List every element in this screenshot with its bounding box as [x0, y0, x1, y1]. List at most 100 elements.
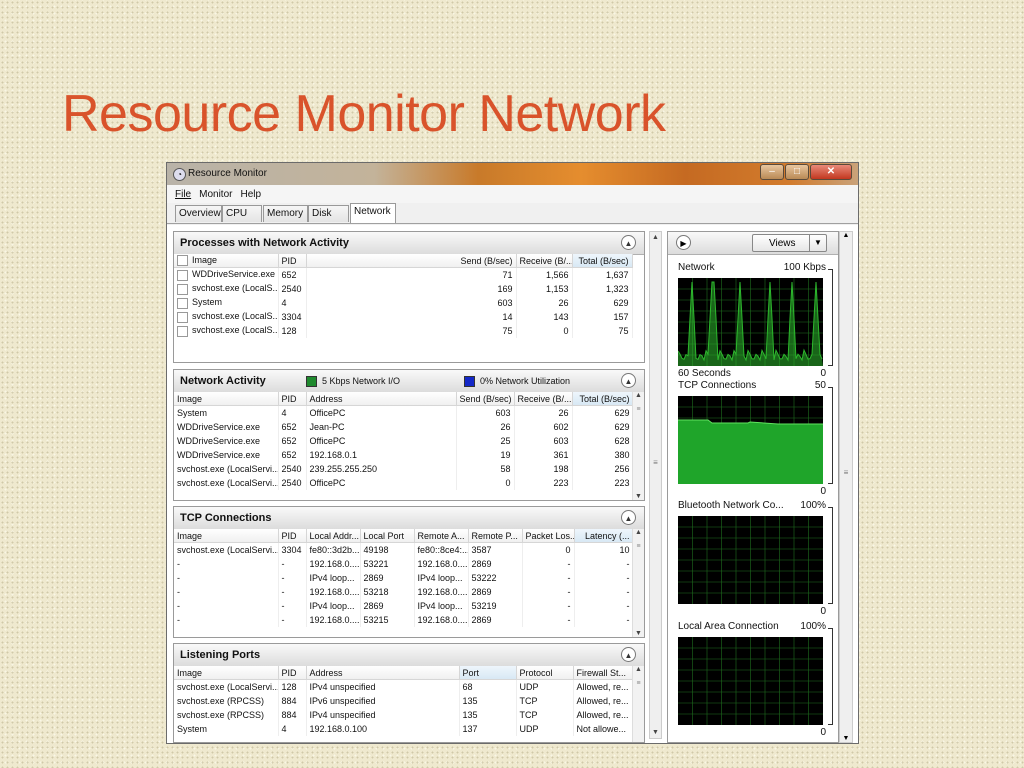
table-row[interactable]: - - IPv4 loop... 2869 IPv4 loop... 53222- - [174, 571, 634, 585]
expand-graphs-icon[interactable]: ▶ [676, 235, 691, 250]
col-header[interactable]: PID [278, 392, 307, 406]
table-cell: Allowed, re... [573, 679, 634, 694]
table-row[interactable]: svchost.exe (RPCSS) 884 IPv4 unspecified 13… [174, 708, 634, 722]
left-pane-scrollbar[interactable]: ▲ ≡ ▼ [649, 231, 662, 739]
scroll-up-icon[interactable]: ▲ [633, 392, 644, 399]
col-header[interactable]: Port [459, 666, 517, 680]
col-header[interactable]: Remote A... [414, 529, 469, 543]
table-cell: 192.168.0.... [414, 557, 469, 571]
scroll-grip-icon[interactable]: ≡ [633, 406, 644, 413]
table-cell: 4 [278, 405, 307, 420]
col-header[interactable]: Image [174, 254, 279, 268]
table-row[interactable]: svchost.exe (LocalS... 128 75 0 75 [174, 324, 633, 338]
col-header[interactable]: Total (B/sec) [572, 254, 633, 268]
maximize-button[interactable]: □ [785, 164, 809, 180]
collapse-icon[interactable]: ▲ [621, 373, 636, 388]
tab-disk[interactable]: Disk [308, 205, 349, 222]
col-header[interactable]: Receive (B/... [516, 254, 573, 268]
col-header[interactable]: Receive (B/... [514, 392, 573, 406]
network-activity-scrollbar[interactable]: ▲ ≡ ▼ [632, 392, 644, 500]
col-header[interactable]: Image [174, 666, 279, 680]
listening-ports-header[interactable]: Listening Ports ▲ [174, 644, 644, 667]
table-row[interactable]: System 4 192.168.0.100 137 UDP Not allowe... [174, 722, 634, 736]
close-button[interactable]: ✕ [810, 164, 852, 180]
scroll-up-icon[interactable]: ▲ [650, 232, 661, 243]
table-row[interactable]: svchost.exe (LocalS... 3304 14 143 157 [174, 310, 633, 324]
row-checkbox[interactable] [177, 297, 188, 309]
tab-cpu[interactable]: CPU [222, 205, 262, 222]
col-header[interactable]: Protocol [516, 666, 574, 680]
col-header[interactable]: Firewall St... [573, 666, 634, 680]
col-header[interactable]: Address [306, 392, 457, 406]
table-row[interactable]: svchost.exe (LocalServi... 2540 OfficePC 0 2… [174, 476, 634, 490]
scroll-down-icon[interactable]: ▼ [650, 727, 661, 738]
listening-ports-scrollbar[interactable]: ▲ ≡ [632, 666, 644, 742]
col-header[interactable]: Local Port [360, 529, 415, 543]
col-header[interactable]: Send (B/sec) [456, 392, 515, 406]
col-header[interactable]: Latency (... [574, 529, 634, 543]
col-header[interactable]: PID [278, 529, 307, 543]
network-activity-header[interactable]: Network Activity 5 Kbps Network I/O 0% N… [174, 370, 644, 393]
table-row[interactable]: System 4 603 26 629 [174, 296, 633, 310]
table-row[interactable]: svchost.exe (LocalServi... 2540 239.255.25… [174, 462, 634, 476]
select-all-checkbox[interactable] [177, 255, 188, 267]
table-row[interactable]: - -192.168.0.... 53221 192.168.0.... 2869- - [174, 557, 634, 571]
table-row[interactable]: WDDriveService.exe 652 Jean-PC 26 602 629 [174, 420, 634, 434]
collapse-icon[interactable]: ▲ [621, 647, 636, 662]
table-row[interactable]: svchost.exe (LocalServi... 3304 fe80::3d2b… [174, 542, 634, 557]
tcp-scrollbar[interactable]: ▲ ≡ ▼ [632, 529, 644, 637]
tcp-header[interactable]: TCP Connections ▲ [174, 507, 644, 530]
table-row[interactable]: WDDriveService.exe 652 OfficePC 25 603 628 [174, 434, 634, 448]
col-header[interactable]: Remote P... [468, 529, 523, 543]
table-row[interactable]: - -192.168.0.... 53218 192.168.0.... 2869- - [174, 585, 634, 599]
table-row[interactable]: svchost.exe (LocalServi... 128 IPv4 unspec… [174, 679, 634, 694]
col-header[interactable]: PID [278, 254, 307, 268]
menu-monitor[interactable]: Monitor [199, 189, 232, 200]
collapse-icon[interactable]: ▲ [621, 510, 636, 525]
scroll-grip-icon[interactable]: ≡ [633, 680, 644, 687]
col-header[interactable]: Image [174, 529, 279, 543]
network-io-line [678, 281, 823, 362]
views-dropdown[interactable]: Views ▼ [752, 234, 827, 252]
tab-overview[interactable]: Overview [175, 205, 222, 222]
scroll-grip-icon[interactable]: ≡ [633, 543, 644, 550]
table-row[interactable]: svchost.exe (LocalS... 2540 169 1,153 1,323 [174, 282, 633, 296]
col-header[interactable]: Packet Los... [522, 529, 575, 543]
table-row[interactable]: - - IPv4 loop... 2869 IPv4 loop... 53219- - [174, 599, 634, 613]
col-header[interactable]: Total (B/sec) [572, 392, 634, 406]
table-row[interactable]: WDDriveService.exe 652 192.168.0.1 19 361 380 [174, 448, 634, 462]
minimize-button[interactable]: – [760, 164, 784, 180]
processes-header[interactable]: Processes with Network Activity ▲ [174, 232, 644, 255]
col-header[interactable]: PID [278, 666, 307, 680]
col-header[interactable]: Image [174, 392, 279, 406]
splitter-grip-icon[interactable]: ≡ [651, 458, 660, 467]
scroll-down-icon[interactable]: ▼ [633, 630, 644, 637]
graphs-scrollbar[interactable]: ▲ ≡ ▼ [839, 231, 853, 743]
scroll-grip-icon[interactable]: ≡ [840, 468, 852, 477]
scroll-down-icon[interactable]: ▼ [840, 735, 852, 742]
title-bar[interactable]: ◔ Resource Monitor – □ ✕ [167, 163, 858, 185]
col-header[interactable]: Local Addr... [306, 529, 361, 543]
tab-network[interactable]: Network [350, 203, 396, 223]
table-row[interactable]: - -192.168.0.... 53215 192.168.0.... 2869- - [174, 613, 634, 627]
menu-file[interactable]: File [175, 189, 191, 200]
tab-memory[interactable]: Memory [263, 205, 308, 222]
menu-help[interactable]: Help [240, 189, 261, 200]
col-header[interactable]: Send (B/sec) [306, 254, 517, 268]
table-row[interactable]: WDDriveService.exe 652 71 1,566 1,637 [174, 267, 633, 282]
collapse-icon[interactable]: ▲ [621, 235, 636, 250]
table-cell: 53218 [360, 585, 415, 599]
scroll-down-icon[interactable]: ▼ [633, 493, 644, 500]
row-checkbox[interactable] [177, 325, 188, 337]
table-row[interactable]: svchost.exe (RPCSS) 884 IPv6 unspecified 13… [174, 694, 634, 708]
chevron-down-icon[interactable]: ▼ [809, 235, 826, 251]
scroll-up-icon[interactable]: ▲ [840, 232, 852, 239]
scroll-up-icon[interactable]: ▲ [633, 529, 644, 536]
row-checkbox[interactable] [177, 269, 188, 281]
col-header[interactable]: Address [306, 666, 460, 680]
row-checkbox[interactable] [177, 283, 188, 295]
table-cell: Not allowe... [573, 722, 634, 736]
row-checkbox[interactable] [177, 311, 188, 323]
scroll-up-icon[interactable]: ▲ [633, 666, 644, 673]
table-row[interactable]: System 4 OfficePC 603 26 629 [174, 405, 634, 420]
